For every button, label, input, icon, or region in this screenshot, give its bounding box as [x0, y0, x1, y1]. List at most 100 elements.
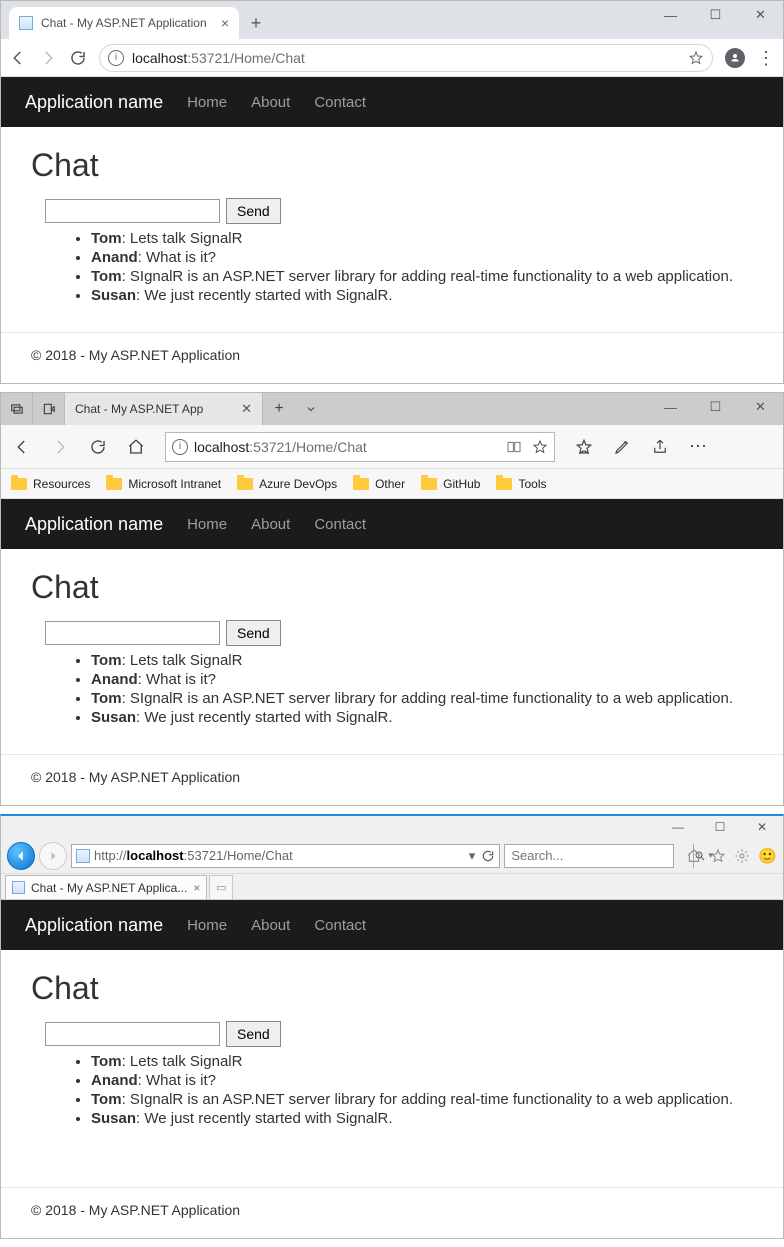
- nav-home[interactable]: Home: [187, 516, 227, 533]
- new-tab-button[interactable]: +: [263, 393, 295, 425]
- site-info-icon[interactable]: i: [108, 50, 124, 66]
- nav-contact[interactable]: Contact: [314, 917, 366, 934]
- nav-contact[interactable]: Contact: [314, 516, 366, 533]
- message-user: Tom: [91, 690, 122, 707]
- tab-chevron-icon[interactable]: [295, 393, 327, 425]
- page-body: Chat Send Tom: Lets talk SignalRAnand: W…: [1, 950, 783, 1127]
- app-navbar: Application name Home About Contact: [1, 77, 783, 127]
- list-item: Tom: Lets talk SignalR: [91, 230, 753, 247]
- reload-icon[interactable]: [89, 438, 107, 456]
- back-icon[interactable]: [13, 438, 31, 456]
- bookmark-label: GitHub: [443, 477, 480, 491]
- app-navbar: Application name Home About Contact: [1, 499, 783, 549]
- close-icon[interactable]: ×: [221, 15, 229, 31]
- message-input[interactable]: [45, 199, 220, 223]
- nav-home[interactable]: Home: [187, 94, 227, 111]
- bookmark-item[interactable]: Azure DevOps: [237, 477, 337, 491]
- nav-about[interactable]: About: [251, 917, 290, 934]
- new-tab-button[interactable]: ▭: [209, 875, 233, 899]
- share-icon[interactable]: [651, 438, 669, 456]
- message-text: : Lets talk SignalR: [122, 230, 243, 247]
- send-button[interactable]: Send: [226, 620, 281, 646]
- divider: [1, 332, 783, 333]
- nav-about[interactable]: About: [251, 516, 290, 533]
- folder-icon: [496, 478, 512, 490]
- address-bar[interactable]: i localhost:53721/Home/Chat: [165, 432, 555, 462]
- forward-icon[interactable]: [39, 49, 57, 67]
- tab-actions-icon[interactable]: [1, 393, 33, 425]
- footer-text: © 2018 - My ASP.NET Application: [1, 1202, 783, 1238]
- brand-link[interactable]: Application name: [25, 915, 163, 936]
- close-window-button[interactable]: ✕: [738, 1, 783, 29]
- chrome-tab[interactable]: Chat - My ASP.NET Application ×: [9, 7, 239, 39]
- search-input[interactable]: [505, 848, 693, 863]
- ie-tab[interactable]: Chat - My ASP.NET Applica... ×: [5, 875, 207, 899]
- forward-icon[interactable]: [51, 438, 69, 456]
- bookmark-label: Tools: [518, 477, 546, 491]
- favorites-star-icon[interactable]: [575, 438, 593, 456]
- bookmark-label: Azure DevOps: [259, 477, 337, 491]
- minimize-button[interactable]: —: [657, 816, 699, 838]
- star-icon[interactable]: [532, 439, 548, 455]
- maximize-button[interactable]: ☐: [699, 816, 741, 838]
- bookmark-item[interactable]: Resources: [11, 477, 90, 491]
- kebab-menu-icon[interactable]: ⋮: [757, 49, 775, 67]
- smiley-icon[interactable]: 🙂: [758, 847, 777, 865]
- forward-icon[interactable]: [39, 842, 67, 870]
- maximize-button[interactable]: ☐: [693, 1, 738, 29]
- bookmark-item[interactable]: Microsoft Intranet: [106, 477, 221, 491]
- message-user: Tom: [91, 1053, 122, 1070]
- page-body: Chat Send Tom: Lets talk SignalRAnand: W…: [1, 549, 783, 726]
- edge-titlebar: Chat - My ASP.NET App ✕ + — ☐ ✕: [1, 393, 783, 425]
- reload-icon[interactable]: [481, 849, 495, 863]
- minimize-button[interactable]: —: [648, 1, 693, 29]
- reload-icon[interactable]: [69, 49, 87, 67]
- home-icon[interactable]: [686, 848, 702, 864]
- close-icon[interactable]: ✕: [241, 401, 252, 417]
- nav-home[interactable]: Home: [187, 917, 227, 934]
- url-text: localhost:53721/Home/Chat: [194, 439, 367, 455]
- message-input[interactable]: [45, 1022, 220, 1046]
- star-icon[interactable]: [688, 50, 704, 66]
- nav-contact[interactable]: Contact: [314, 94, 366, 111]
- brand-link[interactable]: Application name: [25, 92, 163, 113]
- send-button[interactable]: Send: [226, 1021, 281, 1047]
- reading-view-icon[interactable]: [506, 439, 522, 455]
- edge-toolbar: i localhost:53721/Home/Chat ⋯: [1, 425, 783, 469]
- edge-window: Chat - My ASP.NET App ✕ + — ☐ ✕ i localh: [0, 392, 784, 806]
- set-aside-icon[interactable]: [33, 393, 65, 425]
- edge-tab[interactable]: Chat - My ASP.NET App ✕: [65, 393, 263, 425]
- new-tab-button[interactable]: +: [247, 14, 265, 32]
- profile-avatar-icon[interactable]: [725, 48, 745, 68]
- minimize-button[interactable]: —: [648, 393, 693, 421]
- site-info-icon[interactable]: i: [172, 439, 188, 455]
- message-list: Tom: Lets talk SignalRAnand: What is it?…: [31, 1053, 753, 1127]
- address-bar[interactable]: http://localhost:53721/Home/Chat ▾: [71, 844, 500, 868]
- maximize-button[interactable]: ☐: [693, 393, 738, 421]
- bookmark-item[interactable]: Other: [353, 477, 405, 491]
- star-icon[interactable]: [710, 848, 726, 864]
- chevron-down-icon[interactable]: ▾: [469, 848, 476, 864]
- folder-icon: [237, 478, 253, 490]
- search-box[interactable]: ▾: [504, 844, 674, 868]
- message-user: Susan: [91, 709, 136, 726]
- more-icon[interactable]: ⋯: [689, 438, 707, 456]
- close-window-button[interactable]: ✕: [741, 816, 783, 838]
- close-window-button[interactable]: ✕: [738, 393, 783, 421]
- send-button[interactable]: Send: [226, 198, 281, 224]
- brand-link[interactable]: Application name: [25, 514, 163, 535]
- gear-icon[interactable]: [734, 848, 750, 864]
- bookmark-item[interactable]: Tools: [496, 477, 546, 491]
- home-icon[interactable]: [127, 438, 145, 456]
- list-item: Tom: SIgnalR is an ASP.NET server librar…: [91, 1091, 753, 1108]
- bookmark-item[interactable]: GitHub: [421, 477, 480, 491]
- address-bar[interactable]: i localhost:53721/Home/Chat: [99, 44, 713, 72]
- close-icon[interactable]: ×: [193, 881, 200, 895]
- message-input[interactable]: [45, 621, 220, 645]
- window-caption-buttons: — ☐ ✕: [657, 816, 783, 838]
- back-icon[interactable]: [9, 49, 27, 67]
- nav-about[interactable]: About: [251, 94, 290, 111]
- window-caption-buttons: — ☐ ✕: [648, 1, 783, 29]
- back-icon[interactable]: [7, 842, 35, 870]
- notes-icon[interactable]: [613, 438, 631, 456]
